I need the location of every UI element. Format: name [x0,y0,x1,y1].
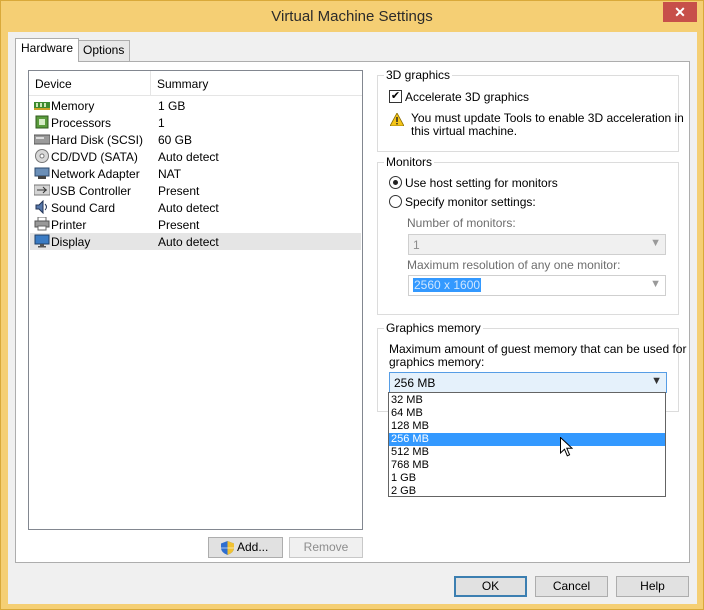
device-row-usb-controller[interactable]: USB Controller Present [30,182,361,199]
device-name: Printer [51,218,87,232]
device-list[interactable]: Device Summary Memory 1 GB Processors 1 … [28,70,363,530]
graphics-memory-option[interactable]: 1 GB [389,472,665,485]
display-icon [34,234,50,248]
printer-icon [34,217,50,231]
graphics-memory-desc-line2: graphics memory: [389,355,485,369]
use-host-setting-label[interactable]: Use host setting for monitors [405,176,558,190]
graphics-3d-group: 3D graphics ✔ Accelerate 3D graphics You… [377,68,684,152]
graphics-memory-option[interactable]: 64 MB [389,407,665,420]
chevron-down-icon: ▼ [651,375,662,387]
add-button-label: Add... [237,540,269,554]
sound-card-icon [35,200,47,214]
device-name: Network Adapter [51,167,140,181]
device-row-hard-disk[interactable]: Hard Disk (SCSI) 60 GB [30,131,361,148]
accelerate-3d-checkbox[interactable]: ✔ [389,90,402,103]
tab-hardware[interactable]: Hardware [15,38,80,62]
number-of-monitors-label: Number of monitors: [407,216,516,230]
graphics-3d-title: 3D graphics [384,68,453,82]
device-row-memory[interactable]: Memory 1 GB [30,97,361,114]
help-button[interactable]: Help [616,576,689,597]
settings-window: Virtual Machine Settings ✕ Hardware Opti… [0,0,704,610]
device-summary: 1 GB [158,99,186,113]
graphics-memory-value: 256 MB [394,376,436,390]
close-button[interactable]: ✕ [663,2,697,22]
remove-button[interactable]: Remove [289,537,363,558]
graphics-memory-dropdown[interactable]: 32 MB 64 MB 128 MB 256 MB 512 MB 768 MB … [388,392,666,497]
device-name: CD/DVD (SATA) [51,150,138,164]
graphics-memory-option[interactable]: 2 GB [389,485,665,498]
column-header-summary[interactable]: Summary [157,77,208,91]
monitors-group: Monitors Use host setting for monitors S… [377,155,679,315]
device-name: USB Controller [51,184,132,198]
max-resolution-select[interactable]: 2560 x 1600 ▼ [408,275,666,296]
tab-options[interactable]: Options [77,40,131,61]
device-summary: Present [158,218,200,232]
dialog-client-area: Hardware Options Device Summary Memory 1… [8,32,697,604]
device-name: Memory [51,99,95,113]
device-name: Processors [51,116,112,130]
uac-shield-icon [221,541,234,555]
device-row-network-adapter[interactable]: Network Adapter NAT [30,165,361,182]
warning-text-line2: this virtual machine. [411,124,518,138]
device-summary: Auto detect [158,201,219,215]
device-name: Sound Card [51,201,116,215]
hard-disk-icon [34,134,50,145]
number-of-monitors-select[interactable]: 1 ▼ [408,234,666,255]
number-of-monitors-value: 1 [413,238,420,252]
device-list-header: Device Summary [29,71,362,96]
device-summary: NAT [158,167,182,181]
device-row-cd-dvd[interactable]: CD/DVD (SATA) Auto detect [30,148,361,165]
graphics-memory-option[interactable]: 768 MB [389,459,665,472]
usb-icon [34,184,50,196]
graphics-memory-title: Graphics memory [384,321,483,335]
device-name: Display [51,235,91,249]
device-row-sound-card[interactable]: Sound Card Auto detect [30,199,361,216]
graphics-memory-desc-line1: Maximum amount of guest memory that can … [389,342,687,356]
cancel-button[interactable]: Cancel [535,576,608,597]
mouse-cursor-icon [560,437,573,457]
graphics-memory-option-selected[interactable]: 256 MB [389,433,665,446]
device-summary: Present [158,184,200,198]
cd-dvd-icon [35,149,49,163]
warning-icon [390,113,404,126]
device-row-printer[interactable]: Printer Present [30,216,361,233]
device-row-display[interactable]: Display Auto detect [30,233,361,250]
accelerate-3d-label[interactable]: Accelerate 3D graphics [405,90,529,104]
device-summary: Auto detect [158,235,219,249]
processor-icon [35,115,49,129]
add-button[interactable]: Add... [208,537,283,558]
memory-icon [34,102,50,110]
graphics-memory-option[interactable]: 512 MB [389,446,665,459]
graphics-memory-option[interactable]: 32 MB [389,394,665,407]
column-header-device[interactable]: Device [35,77,72,91]
device-summary: 60 GB [158,133,193,147]
device-name: Hard Disk (SCSI) [51,133,144,147]
ok-button[interactable]: OK [454,576,527,597]
specify-monitor-settings-label[interactable]: Specify monitor settings: [405,195,536,209]
chevron-down-icon: ▼ [650,278,661,290]
warning-text-line1: You must update Tools to enable 3D accel… [411,111,684,125]
max-resolution-label: Maximum resolution of any one monitor: [407,258,621,272]
graphics-memory-option[interactable]: 128 MB [389,420,665,433]
graphics-memory-select[interactable]: 256 MB ▼ [389,372,667,393]
specify-monitor-settings-radio[interactable] [389,195,402,208]
network-adapter-icon [34,167,50,179]
window-title: Virtual Machine Settings [271,8,433,25]
use-host-setting-radio[interactable] [389,176,402,189]
device-summary: Auto detect [158,150,219,164]
device-summary: 1 [158,116,165,130]
device-row-processors[interactable]: Processors 1 [30,114,361,131]
max-resolution-value: 2560 x 1600 [413,278,482,292]
chevron-down-icon: ▼ [650,237,661,249]
monitors-title: Monitors [384,155,435,169]
